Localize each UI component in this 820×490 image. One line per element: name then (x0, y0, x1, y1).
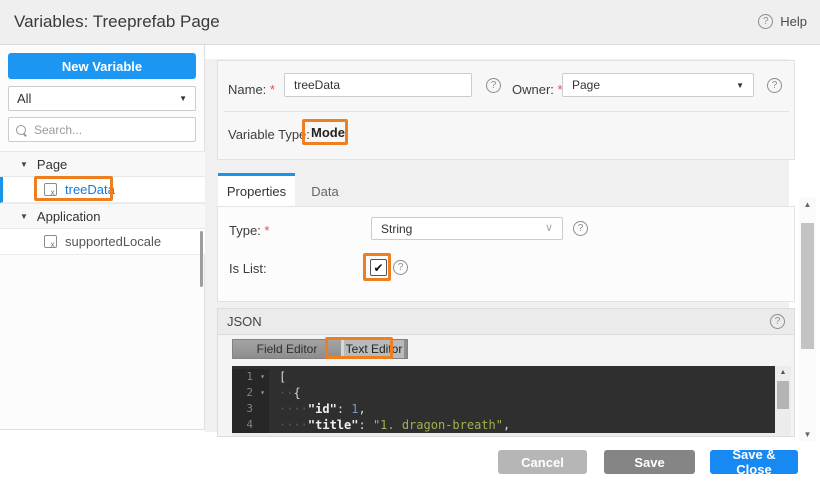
owner-label: Owner: * (512, 82, 563, 97)
sidebar-item-supportedlocale[interactable]: x supportedLocale (0, 229, 205, 255)
chevron-down-icon: ∨ (545, 223, 553, 234)
owner-select[interactable]: Page ▼ (562, 73, 754, 97)
dialog-footer: Cancel Save Save & Close (0, 443, 820, 490)
variable-icon: x (44, 235, 57, 248)
triangle-down-icon: ▼ (20, 212, 28, 221)
variables-dialog: Variables: Treeprefab Page ? Help New Va… (0, 0, 820, 490)
code-line: 1▾[ (232, 369, 778, 385)
page-title: Variables: Treeprefab Page (14, 12, 220, 32)
editor-vertical-scrollbar[interactable]: ▲ (775, 366, 791, 437)
scroll-up-icon[interactable]: ▲ (775, 366, 791, 379)
type-help-icon[interactable]: ? (573, 221, 588, 236)
scroll-up-icon[interactable]: ▲ (799, 197, 816, 211)
is-list-checkbox[interactable]: ✔ (370, 259, 387, 276)
tab-properties[interactable]: Properties (218, 173, 295, 207)
json-help-icon[interactable]: ? (770, 314, 785, 329)
json-panel: JSON ? Field Editor Text Editor 1▾[2▾··{… (217, 308, 795, 437)
save-and-close-button[interactable]: Save & Close (710, 450, 798, 474)
sidebar-item-treedata[interactable]: x treeData (0, 177, 205, 203)
required-asterisk: * (270, 82, 275, 97)
main-vertical-scrollbar[interactable]: ▲ ▼ (799, 197, 816, 441)
name-label: Name: * (228, 82, 275, 97)
tab-data[interactable]: Data (295, 176, 355, 207)
variable-filter-select[interactable]: All ▼ (8, 86, 196, 111)
help-question-icon[interactable]: ? (758, 14, 773, 29)
sidebar-item-treedata-label: treeData (65, 182, 115, 197)
variable-type-value: Model (311, 125, 349, 140)
sidebar-scrollbar-thumb[interactable] (200, 231, 203, 287)
help-label[interactable]: Help (780, 14, 807, 29)
owner-help-icon[interactable]: ? (767, 78, 782, 93)
sidebar-item-supportedlocale-label: supportedLocale (65, 234, 161, 249)
variable-header-panel: Name: * ? Owner: * Page ▼ ? Variable Typ… (217, 60, 795, 160)
tree-section-application[interactable]: ▼ Application (0, 203, 205, 229)
type-select[interactable]: String ∨ (371, 217, 563, 240)
panel-divider (224, 111, 789, 112)
cancel-button[interactable]: Cancel (498, 450, 587, 474)
help-link[interactable]: ? Help (758, 14, 807, 29)
is-list-help-icon[interactable]: ? (393, 260, 408, 275)
editor-scrollbar-thumb[interactable] (777, 381, 789, 409)
new-variable-button[interactable]: New Variable (8, 53, 196, 79)
editor-mode-toggle: Field Editor Text Editor (232, 339, 408, 359)
variable-filter-value: All (17, 91, 31, 106)
field-editor-tab[interactable]: Field Editor (233, 340, 341, 358)
name-field[interactable] (284, 73, 472, 97)
tree-section-page-label: Page (37, 157, 67, 172)
scroll-down-icon[interactable]: ▼ (799, 427, 816, 441)
search-box[interactable] (8, 117, 196, 142)
owner-select-value: Page (572, 78, 600, 92)
type-select-value: String (381, 222, 412, 236)
name-help-icon[interactable]: ? (486, 78, 501, 93)
tree-section-application-label: Application (37, 209, 101, 224)
code-line: 4····"title": "1. dragon-breath", (232, 417, 778, 433)
is-list-label: Is List: (229, 261, 267, 276)
chevron-down-icon: ▼ (736, 81, 744, 90)
check-icon: ✔ (373, 261, 383, 275)
json-panel-header: JSON ? (218, 309, 794, 335)
variable-icon: x (44, 183, 57, 196)
search-input[interactable] (32, 122, 182, 138)
dialog-header: Variables: Treeprefab Page ? Help (0, 0, 820, 45)
variables-sidebar: New Variable All ▼ ▼ Page x treeData ▼ A… (0, 45, 205, 430)
code-line: 3····"id": 1, (232, 401, 778, 417)
editor-horizontal-scrollbar[interactable] (232, 433, 778, 437)
json-title: JSON (227, 314, 262, 329)
tree-section-page[interactable]: ▼ Page (0, 151, 205, 177)
code-line: 2▾··{ (232, 385, 778, 401)
required-asterisk: * (264, 223, 269, 238)
variable-type-label: Variable Type: (228, 127, 310, 142)
properties-panel: Type: * String ∨ ? Is List: ✔ ? (217, 206, 795, 302)
search-icon (16, 125, 26, 135)
triangle-down-icon: ▼ (20, 160, 28, 169)
main-scrollbar-thumb[interactable] (801, 223, 814, 349)
type-label: Type: * (229, 223, 269, 238)
text-editor-tab[interactable]: Text Editor (344, 340, 404, 358)
save-button[interactable]: Save (604, 450, 695, 474)
json-code-editor[interactable]: 1▾[2▾··{3····"id": 1,4····"title": "1. d… (232, 366, 778, 433)
chevron-down-icon: ▼ (179, 94, 187, 103)
